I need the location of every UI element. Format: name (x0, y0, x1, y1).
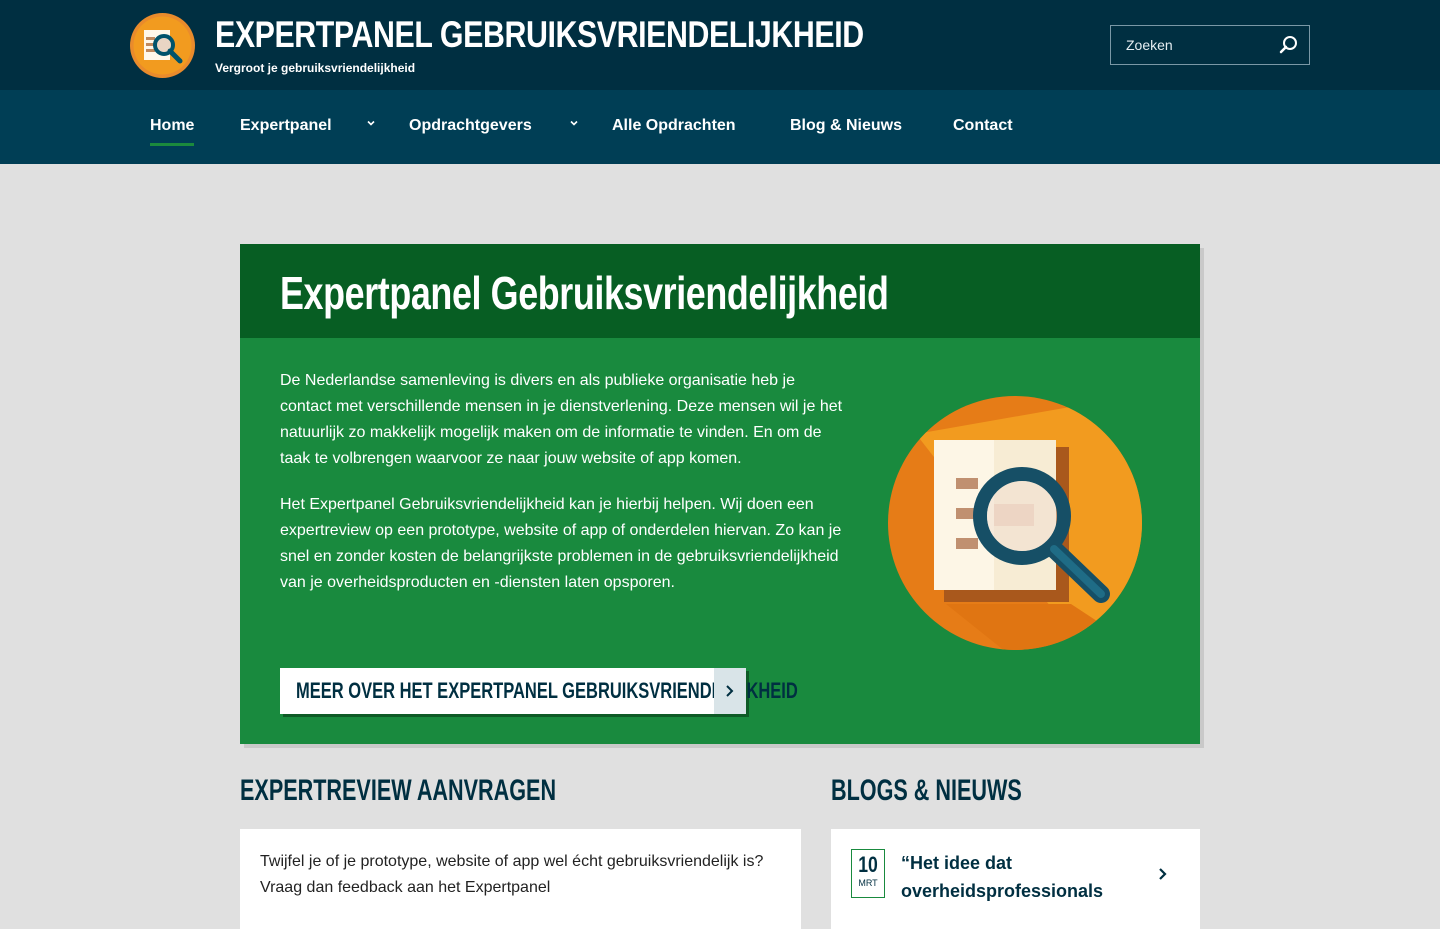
document-magnifier-illustration (888, 396, 1142, 650)
nav-item-contact[interactable]: Contact (953, 117, 1013, 135)
nav-item-blog-nieuws[interactable]: Blog & Nieuws (790, 117, 902, 135)
site-title[interactable]: EXPERTPANEL GEBRUIKSVRIENDELIJKHEID (215, 14, 864, 56)
news-heading: BLOGS & NIEUWS (831, 774, 1022, 807)
nav-item-home[interactable]: Home (150, 117, 195, 146)
main-nav: Home Expertpanel Opdrachtgevers Alle Opd… (0, 90, 1440, 164)
news-item[interactable]: 10 MRT “Het idee dat overheidsprofession… (831, 829, 1200, 929)
date-badge: 10 MRT (851, 849, 885, 898)
date-month: MRT (858, 878, 878, 888)
nav-item-expertpanel[interactable]: Expertpanel (240, 117, 332, 135)
site-header: EXPERTPANEL GEBRUIKSVRIENDELIJKHEID Verg… (0, 0, 1440, 90)
chevron-right-icon (726, 685, 734, 697)
hero-panel: Expertpanel Gebruiksvriendelijkheid De N… (240, 244, 1200, 744)
nav-item-opdrachtgevers[interactable]: Opdrachtgevers (409, 117, 532, 135)
review-text: Twijfel je of je prototype, website of a… (260, 853, 764, 896)
review-card: Twijfel je of je prototype, website of a… (240, 829, 801, 929)
review-heading: EXPERTREVIEW AANVRAGEN (240, 774, 557, 807)
site-logo-icon[interactable] (130, 13, 195, 78)
search-icon[interactable] (1279, 35, 1299, 55)
chevron-down-icon[interactable] (569, 118, 579, 128)
chevron-down-icon[interactable] (366, 118, 376, 128)
hero-paragraph: De Nederlandse samenleving is divers en … (280, 372, 843, 467)
nav-item-alle-opdrachten[interactable]: Alle Opdrachten (612, 117, 736, 135)
news-title[interactable]: “Het idee dat overheidsprofessionals (901, 849, 1141, 905)
cta-arrow (714, 668, 746, 714)
search-box (1110, 25, 1310, 65)
more-about-expertpanel-button[interactable]: MEER OVER HET EXPERTPANEL GEBRUIKSVRIEND… (280, 668, 798, 714)
hero-header: Expertpanel Gebruiksvriendelijkheid (240, 244, 1200, 338)
search-input[interactable] (1111, 26, 1271, 64)
site-tagline: Vergroot je gebruiksvriendelijkheid (215, 61, 416, 75)
date-day: 10 (858, 852, 878, 877)
hero-paragraph: Het Expertpanel Gebruiksvriendelijkheid … (280, 496, 842, 591)
chevron-right-icon[interactable] (1156, 867, 1170, 881)
hero-text: De Nederlandse samenleving is divers en … (280, 368, 845, 616)
hero-title: Expertpanel Gebruiksvriendelijkheid (280, 267, 889, 319)
